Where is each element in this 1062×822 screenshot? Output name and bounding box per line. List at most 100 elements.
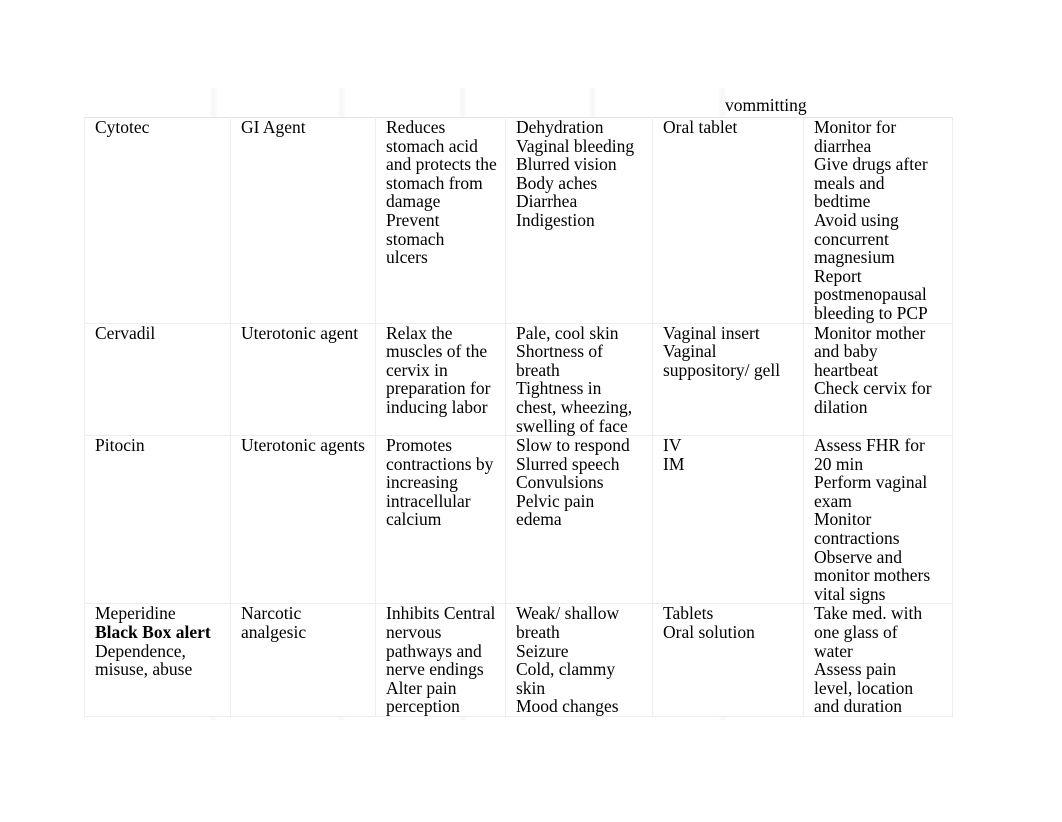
nursing-line: exam [814, 490, 852, 511]
overflow-text-line: vommitting [725, 95, 807, 115]
nursing-line: level, location [814, 677, 914, 698]
cell-side-effects: Pale, cool skin Shortness of breath Tigh… [505, 322, 653, 437]
action-line: damage [386, 191, 441, 212]
route-line: Tablets [663, 603, 714, 624]
nursing-line: magnesium [814, 247, 895, 268]
side-effect-line: breath [516, 622, 560, 643]
cell-drug-name: Meperidine Black Box alert Dependence, m… [84, 603, 231, 718]
nursing-line: Perform vaginal [814, 472, 928, 493]
action-line: increasing [386, 472, 458, 493]
nursing-line: Monitor [814, 509, 872, 530]
cell-classification: Uterotonic agents [230, 435, 376, 605]
nursing-line: Avoid using [814, 209, 899, 230]
cell-action: Inhibits Central nervous pathways and ne… [375, 603, 506, 718]
classification-text: Uterotonic agents [241, 435, 365, 456]
side-effect-line: Vaginal bleeding [516, 135, 635, 156]
side-effect-line: Dehydration [516, 117, 604, 137]
drug-name: Cytotec [95, 117, 150, 137]
nursing-line: and duration [814, 696, 902, 717]
black-box-alert-detail: Dependence, misuse, abuse [95, 640, 193, 680]
cell-drug-name: Pitocin [84, 435, 231, 605]
nursing-line: Observe and [814, 546, 902, 567]
route-line: suppository/ gell [663, 359, 781, 380]
side-effect-line: Seizure [516, 640, 569, 661]
cell-nursing-considerations: Monitor mother and baby heartbeat Check … [803, 322, 953, 437]
action-line: Prevent stomach [386, 209, 445, 249]
action-line: stomach from [386, 172, 483, 193]
route-line: Vaginal [663, 341, 717, 362]
side-effect-line: Weak/ shallow [516, 603, 620, 624]
cell-side-effects: Dehydration Vaginal bleeding Blurred vis… [505, 117, 653, 324]
nursing-line: and baby [814, 341, 878, 362]
nursing-line: diarrhea [814, 135, 872, 156]
action-line: cervix in [386, 359, 448, 380]
nursing-line: Check cervix for [814, 378, 932, 399]
action-line: preparation for [386, 378, 491, 399]
side-effect-line: Diarrhea [516, 191, 578, 212]
side-effect-line: Tightness in [516, 378, 602, 399]
nursing-line: Take med. with [814, 603, 923, 624]
action-line: perception [386, 696, 460, 717]
side-effect-line: Convulsions [516, 472, 604, 493]
cell-action: Reduces stomach acid and protects the st… [375, 117, 506, 324]
nursing-line: water [814, 640, 853, 661]
route-line: Oral tablet [663, 117, 738, 137]
action-line: Reduces [386, 117, 446, 137]
nursing-line: Assess FHR for [814, 435, 925, 456]
route-line: IM [663, 453, 685, 474]
action-line: Alter pain [386, 677, 457, 698]
document-page: vommitting Cytotec GI Agent Reduces stom… [0, 0, 1062, 822]
cell-route: Tablets Oral solution [652, 603, 804, 718]
cell-action: Promotes contractions by increasing intr… [375, 435, 506, 605]
action-line: contractions by [386, 453, 494, 474]
drug-name: Cervadil [95, 322, 156, 343]
action-line: stomach acid [386, 135, 478, 156]
side-effect-line: Slurred speech [516, 453, 620, 474]
action-line: inducing labor [386, 396, 488, 417]
cell-route: Vaginal insert Vaginal suppository/ gell [652, 322, 804, 437]
nursing-line: meals and [814, 172, 885, 193]
action-line: nerve endings [386, 659, 484, 680]
action-line: muscles of the [386, 341, 488, 362]
side-effect-line: Slow to respond [516, 435, 630, 456]
nursing-line: Monitor mother [814, 322, 926, 343]
cell-side-effects: Slow to respond Slurred speech Convulsio… [505, 435, 653, 605]
side-effect-line: edema [516, 509, 562, 530]
side-effect-line: swelling of face [516, 415, 628, 436]
cell-action: Relax the muscles of the cervix in prepa… [375, 322, 506, 437]
table-row: Pitocin Uterotonic agents Promotes contr… [84, 435, 953, 605]
action-line: ulcers [386, 247, 428, 268]
side-effect-line: breath [516, 359, 560, 380]
action-line: nervous [386, 622, 442, 643]
nursing-line: dilation [814, 396, 868, 417]
nursing-line: one glass of [814, 622, 898, 643]
cell-classification: Uterotonic agent [230, 322, 376, 437]
cell-nursing-considerations: Assess FHR for 20 min Perform vaginal ex… [803, 435, 953, 605]
action-line: intracellular [386, 490, 471, 511]
nursing-line: Report [814, 265, 862, 286]
cell-route: IV IM [652, 435, 804, 605]
route-line: IV [663, 435, 682, 456]
nursing-line: Assess pain [814, 659, 897, 680]
action-line: and protects the [386, 154, 497, 175]
nursing-line: vital signs [814, 583, 886, 604]
nursing-line: heartbeat [814, 359, 879, 380]
table-row: Meperidine Black Box alert Dependence, m… [84, 603, 953, 718]
nursing-line: Give drugs after [814, 154, 928, 175]
cell-classification: Narcotic analgesic [230, 603, 376, 718]
cell-side-effects: Weak/ shallow breath Seizure Cold, clamm… [505, 603, 653, 718]
action-line: Relax the [386, 322, 453, 343]
side-effect-line: chest, wheezing, [516, 396, 633, 417]
side-effect-line: skin [516, 677, 546, 698]
side-effect-line: Indigestion [516, 209, 595, 230]
drug-name: Meperidine [95, 603, 176, 624]
side-effect-line: Blurred vision [516, 154, 617, 175]
classification-text: Narcotic analgesic [241, 603, 307, 643]
cell-nursing-considerations: Monitor for diarrhea Give drugs after me… [803, 117, 953, 324]
side-effect-line: Body aches [516, 172, 598, 193]
cell-route: Oral tablet [652, 117, 804, 324]
nursing-line: 20 min [814, 453, 864, 474]
nursing-line: concurrent [814, 228, 889, 249]
nursing-line: contractions [814, 528, 900, 549]
cell-drug-name: Cervadil [84, 322, 231, 437]
